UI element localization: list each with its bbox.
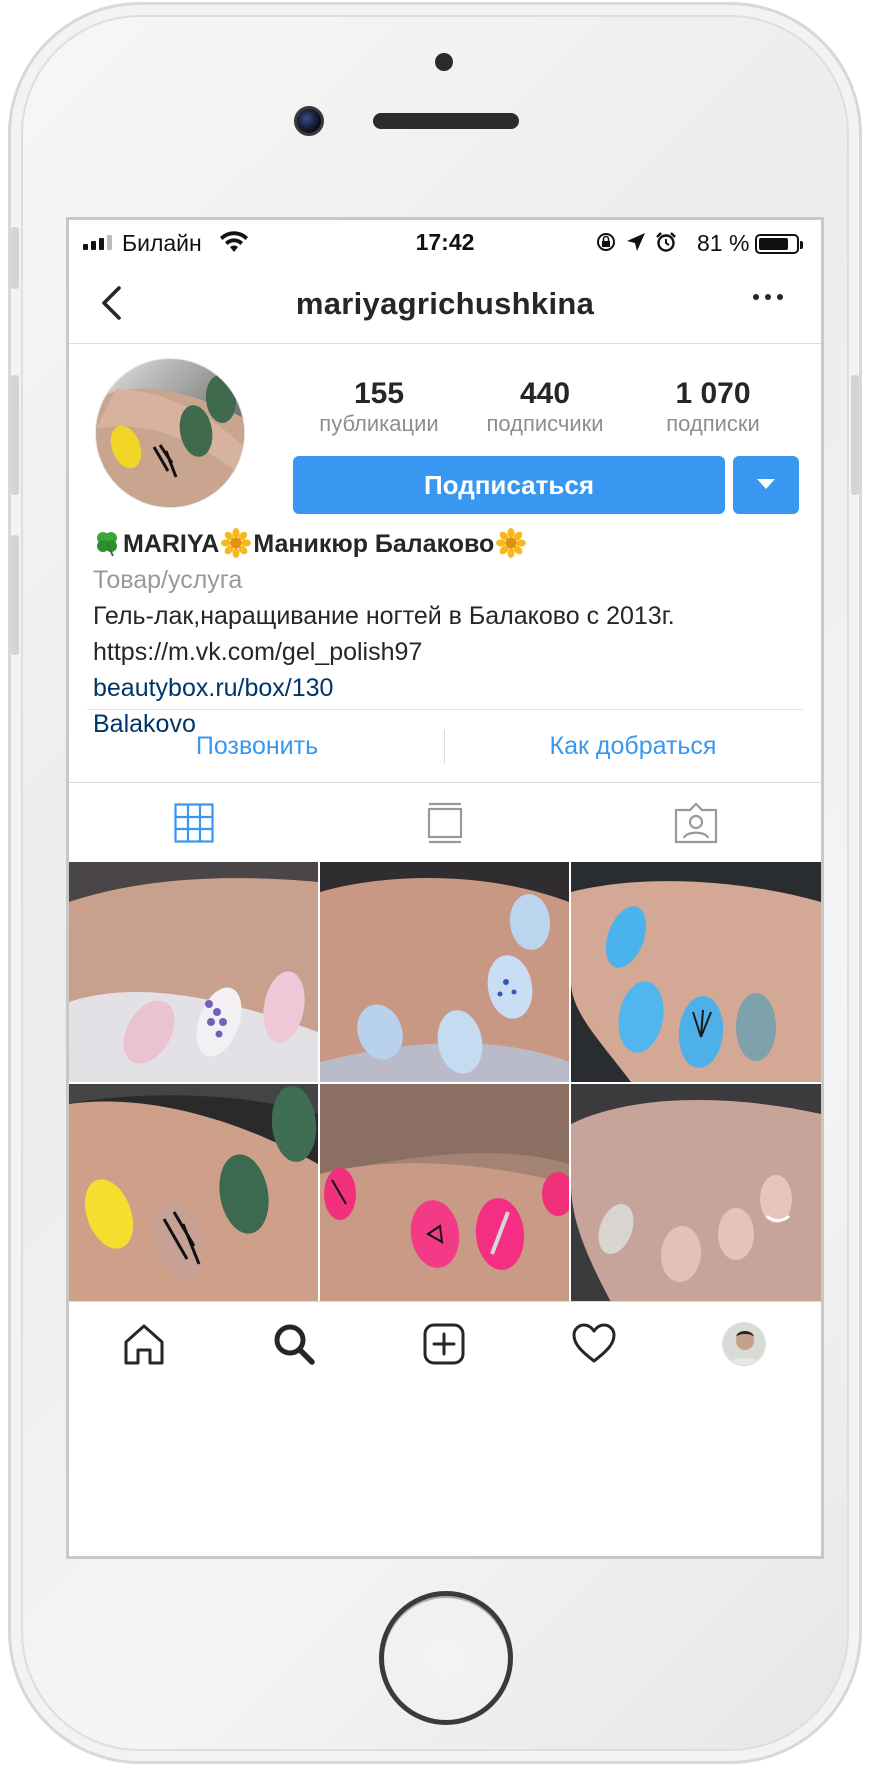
- search-icon: [274, 1324, 315, 1365]
- post-thumbnail[interactable]: [69, 862, 318, 1082]
- post-thumbnail[interactable]: [571, 1084, 821, 1302]
- followers-stat[interactable]: 440 подписчики: [465, 378, 625, 436]
- profile-name-part1: MARIYA: [123, 530, 220, 558]
- profile-name: MARIYA Маникюр Балаково: [93, 526, 803, 562]
- bio-text-line: Гель-лак,наращивание ногтей в Балаково с…: [93, 602, 675, 630]
- bio-vk-link: https://m.vk.com/gel_polish97: [93, 638, 423, 666]
- current-user-avatar: [722, 1322, 766, 1366]
- new-post-icon: [423, 1323, 465, 1365]
- tab-grid[interactable]: [69, 783, 319, 863]
- website-link[interactable]: beautybox.ru/box/130: [93, 670, 803, 706]
- page-title: mariyagrichushkina: [295, 286, 595, 321]
- followers-count: 440: [519, 377, 571, 410]
- volume-down-button: [11, 535, 19, 655]
- home-button[interactable]: [379, 1591, 513, 1725]
- post-thumbnail[interactable]: [69, 1084, 318, 1302]
- business-category: Товар/услуга: [93, 566, 243, 594]
- profile-header-bar: mariyagrichushkina: [69, 264, 821, 344]
- profile-stats: 155 публикации 440 подписчики 1 070 подп…: [299, 378, 799, 438]
- tab-profile[interactable]: [669, 1302, 819, 1386]
- following-stat[interactable]: 1 070 подписки: [633, 378, 793, 436]
- posts-stat[interactable]: 155 публикации: [299, 378, 459, 436]
- status-bar: Билайн 17:42 81 %: [69, 220, 821, 264]
- tab-search[interactable]: [219, 1302, 369, 1386]
- profile-avatar[interactable]: [95, 358, 245, 508]
- earpiece-speaker: [373, 113, 519, 129]
- more-options-icon[interactable]: [753, 294, 783, 300]
- profile-name-part2: Маникюр Балаково: [253, 530, 495, 558]
- front-camera: [294, 106, 324, 136]
- post-thumbnail[interactable]: [320, 862, 569, 1082]
- contact-actions: Позвонить Как добраться: [69, 710, 821, 782]
- battery-percent: 81 %: [697, 230, 750, 256]
- battery-icon: [755, 234, 803, 254]
- power-button: [851, 375, 859, 495]
- posts-label: публикации: [319, 411, 439, 436]
- call-button[interactable]: Позвонить: [69, 710, 445, 782]
- home-icon: [124, 1324, 164, 1365]
- posts-count: 155: [353, 377, 405, 410]
- feed-icon: [427, 802, 463, 844]
- rotation-lock-icon: [597, 233, 615, 251]
- alarm-icon: [656, 232, 676, 252]
- clover-icon: [97, 532, 117, 557]
- mute-switch: [11, 227, 19, 289]
- tagged-icon: [674, 802, 718, 844]
- following-label: подписки: [666, 411, 760, 436]
- location-icon: [627, 233, 645, 251]
- follow-button[interactable]: Подписаться: [293, 456, 725, 514]
- post-thumbnail[interactable]: [320, 1084, 569, 1302]
- sunflower-icon: [221, 528, 252, 558]
- tab-activity[interactable]: [519, 1302, 669, 1386]
- bottom-tab-bar: [69, 1301, 821, 1385]
- posts-grid: [69, 862, 821, 1302]
- heart-icon: [572, 1323, 616, 1363]
- profile-view-tabs: [69, 782, 821, 862]
- sunflower-icon: [496, 528, 527, 558]
- tab-tagged[interactable]: [571, 783, 821, 863]
- tab-home[interactable]: [69, 1302, 219, 1386]
- volume-up-button: [11, 375, 19, 495]
- tab-feed[interactable]: [320, 783, 570, 863]
- directions-button[interactable]: Как добраться: [445, 710, 821, 782]
- following-count: 1 070: [675, 377, 751, 410]
- followers-label: подписчики: [486, 411, 604, 436]
- grid-icon: [174, 803, 214, 843]
- screen: Билайн 17:42 81 % mariyagrichushkina 155…: [66, 217, 824, 1559]
- suggestions-dropdown-button[interactable]: [733, 456, 799, 514]
- proximity-sensor: [435, 53, 453, 71]
- phone-frame: Билайн 17:42 81 % mariyagrichushkina 155…: [8, 2, 862, 1764]
- tab-new-post[interactable]: [369, 1302, 519, 1386]
- post-thumbnail[interactable]: [571, 862, 821, 1082]
